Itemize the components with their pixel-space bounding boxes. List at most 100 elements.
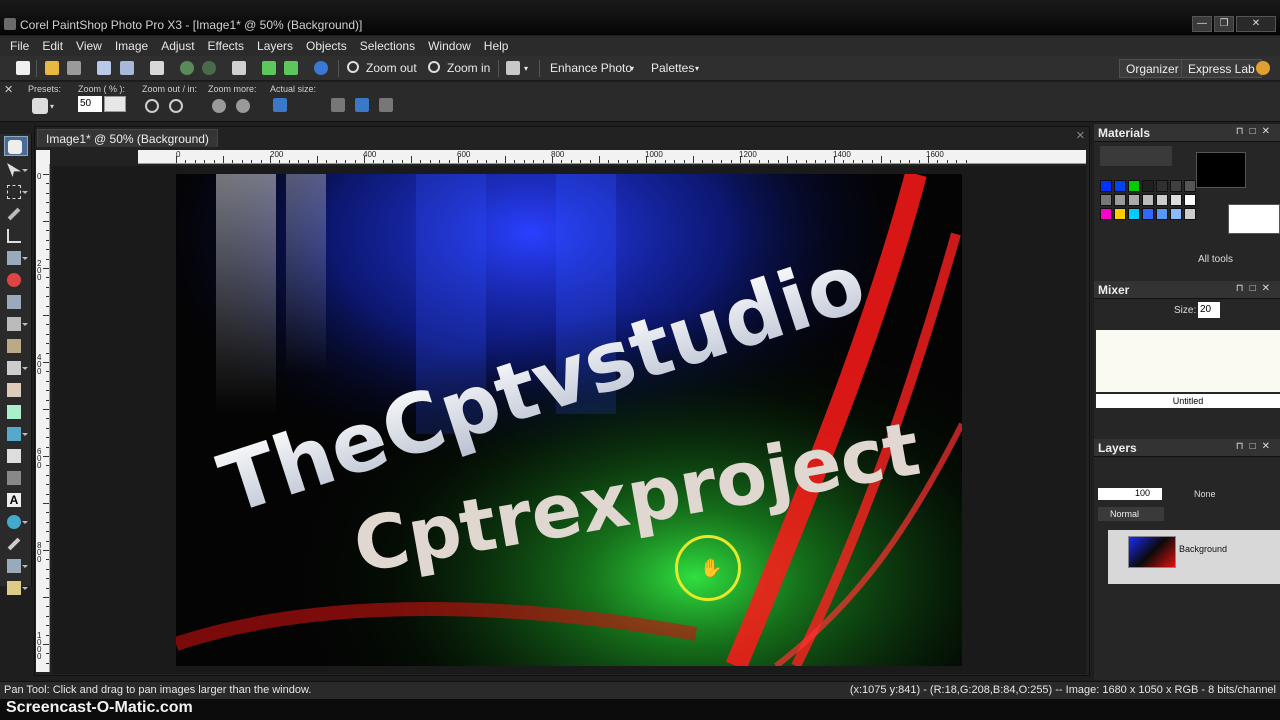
dropper-tool-button[interactable]: [4, 204, 28, 224]
color-swatch[interactable]: [1170, 208, 1182, 220]
blend-mode-select[interactable]: Normal: [1098, 507, 1164, 521]
color-swatch[interactable]: [1114, 208, 1126, 220]
panel-controls[interactable]: ⊓□✕: [1236, 126, 1276, 137]
minimize-button[interactable]: —: [1192, 16, 1212, 32]
enhance-photo-menu[interactable]: Enhance Photo: [550, 61, 632, 75]
info-icon[interactable]: [314, 61, 328, 75]
replacer-tool-button[interactable]: [4, 402, 28, 422]
pick-tool-button[interactable]: [4, 160, 28, 180]
browse-icon[interactable]: [67, 61, 81, 75]
image-canvas[interactable]: TheCptvstudio Cptrexproject: [176, 174, 962, 666]
color-swatch[interactable]: [1170, 180, 1182, 192]
panel-controls[interactable]: ⊓□✕: [1236, 283, 1276, 294]
menu-view[interactable]: View: [70, 36, 109, 56]
pan-tool-icon[interactable]: [32, 98, 48, 114]
smart-fix-button[interactable]: [4, 578, 28, 598]
chevron-down-icon[interactable]: ▾: [524, 64, 528, 73]
clone-tool-button[interactable]: [4, 292, 28, 312]
paint-brush-button[interactable]: [4, 380, 28, 400]
rotate-right-icon[interactable]: [284, 61, 298, 75]
color-swatch[interactable]: [1184, 194, 1196, 206]
makeover-tool-button[interactable]: [4, 314, 28, 334]
document-tab[interactable]: Image1* @ 50% (Background): [37, 129, 218, 147]
zoom-value-input[interactable]: 50: [78, 96, 102, 112]
menu-image[interactable]: Image: [109, 36, 155, 56]
save-as-icon[interactable]: [120, 61, 134, 75]
panel-controls[interactable]: ⊓□✕: [1236, 441, 1276, 452]
color-swatch[interactable]: [1114, 180, 1126, 192]
color-swatch[interactable]: [1142, 194, 1154, 206]
color-swatch[interactable]: [1156, 208, 1168, 220]
materials-tabs[interactable]: [1100, 146, 1172, 166]
color-swatch[interactable]: [1156, 194, 1168, 206]
straighten-tool-button[interactable]: [4, 248, 28, 268]
picture-tube-button[interactable]: [4, 468, 28, 488]
menu-adjust[interactable]: Adjust: [155, 36, 201, 56]
zoom-out-icon[interactable]: [347, 61, 359, 73]
new-file-icon[interactable]: [16, 61, 30, 75]
layer-row[interactable]: Background: [1108, 530, 1280, 584]
color-swatch[interactable]: [1184, 180, 1196, 192]
color-swatch[interactable]: [1128, 180, 1140, 192]
menu-help[interactable]: Help: [478, 36, 516, 56]
menu-file[interactable]: File: [4, 36, 36, 56]
palettes-menu[interactable]: Palettes: [651, 61, 694, 75]
color-swatch[interactable]: [1128, 194, 1140, 206]
zoom-in-button[interactable]: Zoom in: [447, 61, 490, 75]
eraser-tool-button[interactable]: [4, 446, 28, 466]
selection-tool-button[interactable]: [4, 182, 28, 202]
zoom-in-icon[interactable]: [169, 99, 183, 113]
menu-selections[interactable]: Selections: [354, 36, 422, 56]
fill-tool-button[interactable]: [4, 424, 28, 444]
open-folder-icon[interactable]: [45, 61, 59, 75]
shape-tool-button[interactable]: [4, 512, 28, 532]
pen-tool-button[interactable]: [4, 534, 28, 554]
rotate-left-icon[interactable]: [262, 61, 276, 75]
text-tool-button[interactable]: A: [4, 490, 28, 510]
menu-effects[interactable]: Effects: [202, 36, 251, 56]
move-tool-button[interactable]: [4, 358, 28, 378]
color-swatch[interactable]: [1156, 180, 1168, 192]
fit-image-icon[interactable]: [331, 98, 345, 112]
view-options-icon[interactable]: [506, 61, 520, 75]
background-color[interactable]: [1228, 204, 1280, 234]
paste-icon[interactable]: [232, 61, 246, 75]
close-icon[interactable]: ✕: [1076, 129, 1085, 142]
color-swatch[interactable]: [1100, 194, 1112, 206]
color-swatch[interactable]: [1142, 180, 1154, 192]
zoom-stepper[interactable]: [104, 96, 126, 112]
zoom-plus-icon[interactable]: [236, 99, 250, 113]
warp-tool-button[interactable]: [4, 556, 28, 576]
full-screen-icon[interactable]: [379, 98, 393, 112]
color-swatch[interactable]: [1100, 208, 1112, 220]
color-swatch[interactable]: [1170, 194, 1182, 206]
mixer-canvas[interactable]: [1096, 330, 1280, 392]
menu-window[interactable]: Window: [422, 36, 478, 56]
foreground-color[interactable]: [1196, 152, 1246, 188]
undo-icon[interactable]: [180, 61, 194, 75]
express-lab-button[interactable]: Express Lab: [1181, 59, 1262, 78]
zoom-in-icon[interactable]: [428, 61, 440, 73]
close-icon[interactable]: ✕: [4, 83, 13, 96]
chevron-down-icon[interactable]: ▾: [50, 102, 54, 111]
red-eye-tool-button[interactable]: [4, 270, 28, 290]
close-button[interactable]: ✕: [1236, 16, 1276, 32]
layer-opacity[interactable]: 100: [1098, 488, 1162, 500]
zoom-out-icon[interactable]: [145, 99, 159, 113]
fit-window-icon[interactable]: [355, 98, 369, 112]
zoom-minus-icon[interactable]: [212, 99, 226, 113]
crop-tool-button[interactable]: [4, 226, 28, 246]
color-swatch[interactable]: [1100, 180, 1112, 192]
all-tools-checkbox[interactable]: All tools: [1198, 254, 1233, 265]
redo-icon[interactable]: [202, 61, 216, 75]
menu-layers[interactable]: Layers: [251, 36, 300, 56]
mixer-size-input[interactable]: 20: [1198, 302, 1220, 318]
help-globe-icon[interactable]: [1256, 61, 1270, 75]
save-icon[interactable]: [97, 61, 111, 75]
scratch-remover-button[interactable]: [4, 336, 28, 356]
color-swatch[interactable]: [1128, 208, 1140, 220]
zoom-out-button[interactable]: Zoom out: [366, 61, 417, 75]
color-swatch[interactable]: [1184, 208, 1196, 220]
menu-edit[interactable]: Edit: [36, 36, 70, 56]
color-swatch[interactable]: [1114, 194, 1126, 206]
